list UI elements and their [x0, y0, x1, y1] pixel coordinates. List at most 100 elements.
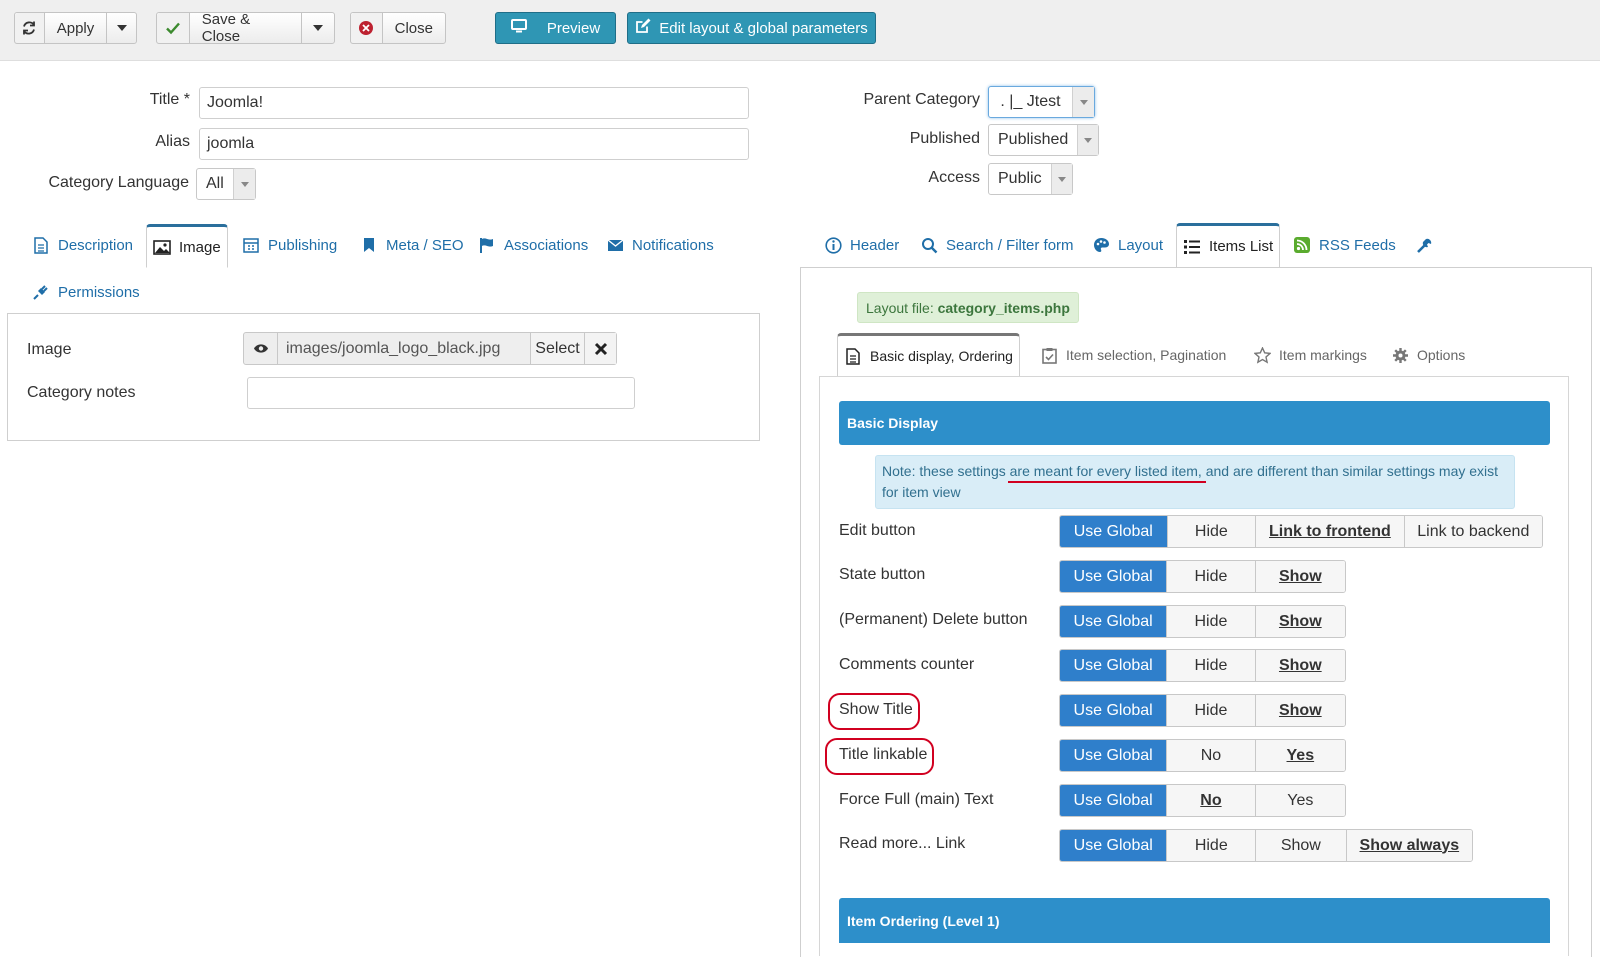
option-show[interactable]: Show — [1254, 606, 1345, 637]
subtab-item-markings[interactable]: Item markings — [1247, 334, 1373, 376]
layout-file-prefix: Layout file: — [866, 299, 938, 316]
category-notes-input[interactable] — [247, 377, 635, 409]
clear-image-button[interactable] — [584, 333, 616, 364]
parent-category-select[interactable]: . |_ Jtest — [988, 86, 1095, 118]
tab-layout[interactable]: Layout — [1086, 224, 1169, 266]
option-no[interactable]: No — [1166, 740, 1255, 771]
tab-permissions[interactable]: Permissions — [26, 271, 146, 313]
image-icon — [153, 238, 171, 256]
tab-meta-seo-label: Meta / SEO — [386, 236, 464, 254]
apply-dropdown-caret[interactable] — [106, 13, 136, 43]
chevron-down-icon — [313, 25, 324, 31]
option-hide[interactable]: Hide — [1166, 606, 1255, 637]
show-title-toggle: Use Global Hide Show — [1059, 694, 1346, 727]
category-language-select[interactable]: All — [196, 168, 256, 200]
subtab-options[interactable]: Options — [1385, 334, 1471, 376]
subtab-item-markings-label: Item markings — [1279, 347, 1367, 363]
tab-tools[interactable] — [1410, 224, 1440, 266]
calendar-icon — [242, 236, 260, 254]
edit-button-toggle: Use Global Hide Link to frontend Link to… — [1059, 515, 1543, 548]
chevron-down-icon — [1077, 125, 1098, 155]
edit-icon — [635, 18, 651, 38]
plug-icon — [32, 283, 50, 301]
published-value: Published — [998, 131, 1069, 148]
preview-label: Preview — [546, 19, 601, 37]
published-select[interactable]: Published — [988, 124, 1099, 156]
close-circle-icon — [351, 13, 383, 43]
option-use-global[interactable]: Use Global — [1060, 830, 1167, 861]
option-hide[interactable]: Hide — [1166, 830, 1256, 861]
tab-publishing[interactable]: Publishing — [236, 224, 343, 266]
delete-button-toggle: Use Global Hide Show — [1059, 605, 1346, 638]
bookmark-icon — [360, 236, 378, 254]
document-icon — [32, 236, 50, 254]
option-use-global[interactable]: Use Global — [1060, 561, 1167, 592]
option-yes[interactable]: Yes — [1254, 785, 1345, 816]
tab-search-filter-label: Search / Filter form — [946, 236, 1074, 254]
alias-input[interactable]: joomla — [199, 128, 749, 160]
image-picker: images/joomla_logo_black.jpg Select — [243, 332, 617, 365]
option-use-global[interactable]: Use Global — [1060, 516, 1167, 547]
edit-layout-button[interactable]: Edit layout & global parameters — [627, 12, 876, 44]
document-icon — [844, 347, 862, 365]
access-select[interactable]: Public — [988, 163, 1073, 195]
tab-description-label: Description — [58, 236, 134, 254]
select-image-button[interactable]: Select — [530, 333, 584, 364]
tab-meta-seo[interactable]: Meta / SEO — [354, 224, 470, 266]
subtab-item-selection[interactable]: Item selection, Pagination — [1034, 334, 1232, 376]
option-show[interactable]: Show — [1254, 561, 1345, 592]
close-button[interactable]: Close — [350, 12, 446, 44]
option-yes[interactable]: Yes — [1254, 740, 1345, 771]
comments-counter-toggle: Use Global Hide Show — [1059, 649, 1346, 682]
tab-notifications[interactable]: Notifications — [600, 224, 720, 266]
option-use-global[interactable]: Use Global — [1060, 740, 1167, 771]
apply-button[interactable]: Apply — [14, 12, 137, 44]
option-hide[interactable]: Hide — [1166, 650, 1255, 681]
palette-icon — [1092, 236, 1110, 254]
title-linkable-annotation — [825, 738, 934, 775]
option-hide[interactable]: Hide — [1166, 695, 1255, 726]
tab-rss-feeds[interactable]: RSS Feeds — [1287, 224, 1402, 266]
title-linkable-toggle: Use Global No Yes — [1059, 739, 1346, 772]
force-full-text-label: Force Full (main) Text — [839, 791, 994, 808]
edit-button-label: Edit button — [839, 522, 916, 539]
option-hide[interactable]: Hide — [1166, 561, 1255, 592]
tab-permissions-label: Permissions — [58, 283, 140, 301]
title-label: Title * — [149, 91, 190, 108]
option-link-to-frontend[interactable]: Link to frontend — [1255, 516, 1404, 547]
option-show-always[interactable]: Show always — [1345, 830, 1472, 861]
tab-header[interactable]: Header — [818, 224, 905, 266]
subtab-basic-display[interactable]: Basic display, Ordering — [837, 333, 1020, 377]
tab-rss-feeds-label: RSS Feeds — [1319, 236, 1396, 254]
basic-display-header: Basic Display — [839, 401, 1550, 445]
tab-description[interactable]: Description — [26, 224, 139, 266]
list-icon — [1183, 238, 1201, 256]
save-close-label: Save & Close — [201, 11, 251, 45]
option-no[interactable]: No — [1166, 785, 1255, 816]
option-use-global[interactable]: Use Global — [1060, 606, 1167, 637]
tab-search-filter[interactable]: Search / Filter form — [914, 224, 1080, 266]
access-label: Access — [928, 169, 980, 186]
option-use-global[interactable]: Use Global — [1060, 785, 1167, 816]
close-label: Close — [394, 19, 433, 37]
save-close-button[interactable]: Save & Close — [156, 11, 335, 45]
tab-publishing-label: Publishing — [268, 236, 338, 254]
category-language-value: All — [206, 175, 224, 192]
option-use-global[interactable]: Use Global — [1060, 695, 1167, 726]
title-input[interactable]: Joomla! — [199, 87, 749, 119]
tab-items-list[interactable]: Items List — [1176, 223, 1281, 268]
option-link-to-backend[interactable]: Link to backend — [1403, 516, 1542, 547]
option-show[interactable]: Show — [1254, 650, 1345, 681]
eye-icon[interactable] — [244, 333, 278, 364]
parent-category-label: Parent Category — [863, 91, 980, 108]
option-show[interactable]: Show — [1255, 830, 1346, 861]
option-show[interactable]: Show — [1254, 695, 1345, 726]
tab-associations[interactable]: Associations — [472, 224, 594, 266]
toolbar: Apply Save & Close Close Preview Edit la… — [0, 0, 1600, 61]
tab-image[interactable]: Image — [146, 224, 228, 268]
save-dropdown-caret[interactable] — [301, 13, 334, 43]
state-button-label: State button — [839, 566, 926, 583]
option-hide[interactable]: Hide — [1166, 516, 1256, 547]
option-use-global[interactable]: Use Global — [1060, 650, 1167, 681]
preview-button[interactable]: Preview — [495, 12, 616, 44]
